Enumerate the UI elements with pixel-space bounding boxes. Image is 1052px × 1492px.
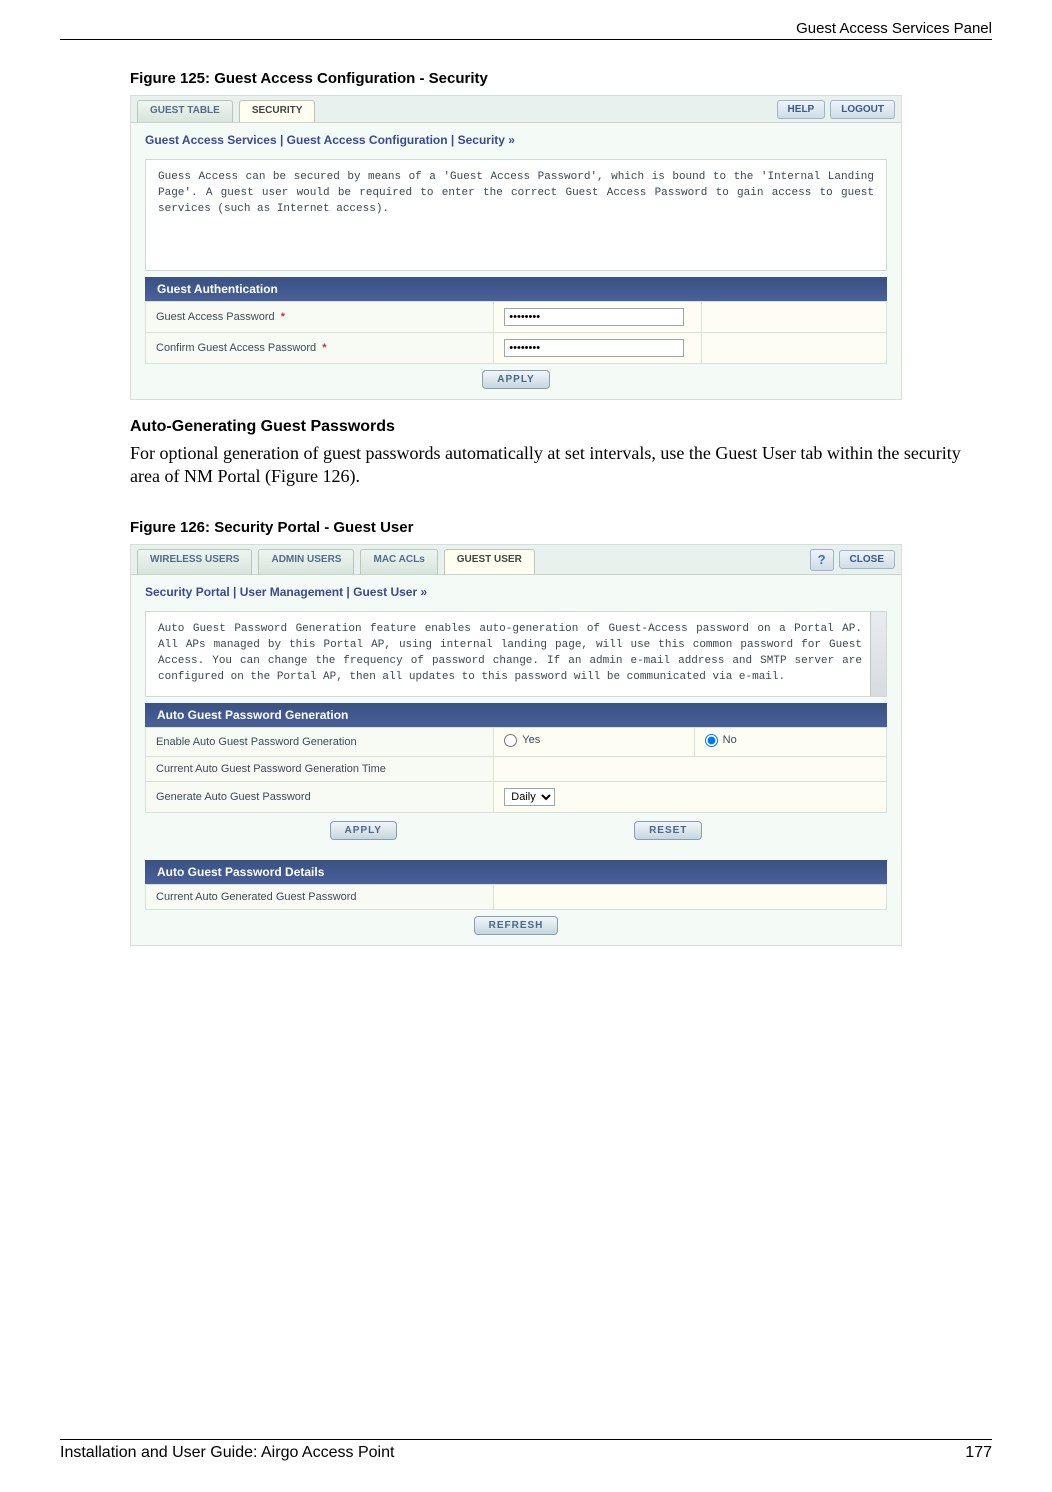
section-guest-authentication: Guest Authentication (145, 277, 887, 301)
tab-admin-users[interactable]: ADMIN USERS (258, 549, 354, 574)
refresh-button[interactable]: REFRESH (474, 916, 559, 935)
tab-bar: WIRELESS USERS ADMIN USERS MAC ACLs GUES… (131, 545, 901, 575)
table-row: Guest Access Password * (146, 302, 887, 333)
tab-wireless-users[interactable]: WIRELESS USERS (137, 549, 252, 574)
radio-yes[interactable]: Yes (504, 734, 540, 747)
table-row: Current Auto Generated Guest Password (146, 884, 887, 909)
close-button[interactable]: CLOSE (839, 550, 895, 569)
tab-bar: GUEST TABLE SECURITY HELP LOGOUT (131, 96, 901, 123)
breadcrumb: Security Portal | User Management | Gues… (131, 575, 901, 605)
logout-button[interactable]: LOGOUT (830, 100, 895, 119)
section-auto-guest-password-details: Auto Guest Password Details (145, 860, 887, 884)
page-number: 177 (965, 1444, 992, 1462)
figure-126-caption: Figure 126: Security Portal - Guest User (130, 519, 992, 536)
tab-guest-user[interactable]: GUEST USER (444, 549, 535, 574)
label-current-generation-time: Current Auto Guest Password Generation T… (146, 756, 494, 781)
frequency-select[interactable]: Daily (504, 788, 555, 806)
radio-no[interactable]: No (705, 734, 737, 747)
tab-mac-acls[interactable]: MAC ACLs (360, 549, 437, 574)
footer-left: Installation and User Guide: Airgo Acces… (60, 1444, 394, 1462)
guest-access-password-field[interactable] (504, 308, 684, 326)
label-enable-auto-guest: Enable Auto Guest Password Generation (146, 727, 494, 756)
apply-button[interactable]: APPLY (482, 370, 549, 389)
body-paragraph: For optional generation of guest passwor… (130, 442, 992, 489)
table-row: Confirm Guest Access Password * (146, 333, 887, 364)
page-header: Guest Access Services Panel (60, 20, 992, 40)
section-heading-auto-generating: Auto-Generating Guest Passwords (130, 418, 992, 436)
breadcrumb: Guest Access Services | Guest Access Con… (131, 123, 901, 153)
table-row: Generate Auto Guest Password Daily (146, 781, 887, 812)
table-row: Enable Auto Guest Password Generation Ye… (146, 727, 887, 756)
label-guest-access-password: Guest Access Password * (146, 302, 494, 333)
help-button[interactable]: HELP (777, 100, 826, 119)
confirm-guest-access-password-field[interactable] (504, 339, 684, 357)
apply-button[interactable]: APPLY (330, 821, 397, 840)
label-current-auto-generated-password: Current Auto Generated Guest Password (146, 884, 494, 909)
generation-form-table: Enable Auto Guest Password Generation Ye… (145, 727, 887, 813)
help-icon[interactable]: ? (810, 549, 834, 571)
reset-button[interactable]: RESET (634, 821, 702, 840)
page-footer: Installation and User Guide: Airgo Acces… (60, 1439, 992, 1462)
tab-security[interactable]: SECURITY (239, 100, 316, 122)
figure-125-caption: Figure 125: Guest Access Configuration -… (130, 70, 992, 87)
description-box: Guess Access can be secured by means of … (145, 159, 887, 271)
label-generate-auto-guest-password: Generate Auto Guest Password (146, 781, 494, 812)
scroll-down-icon[interactable]: ▼ (870, 680, 885, 695)
figure-125-panel: GUEST TABLE SECURITY HELP LOGOUT Guest A… (130, 95, 902, 400)
section-auto-guest-password-generation: Auto Guest Password Generation (145, 703, 887, 727)
auth-form-table: Guest Access Password * Confirm Guest Ac… (145, 301, 887, 364)
table-row: Current Auto Guest Password Generation T… (146, 756, 887, 781)
description-box: Auto Guest Password Generation feature e… (145, 611, 887, 697)
tab-guest-table[interactable]: GUEST TABLE (137, 100, 233, 122)
details-form-table: Current Auto Generated Guest Password (145, 884, 887, 910)
figure-126-panel: WIRELESS USERS ADMIN USERS MAC ACLs GUES… (130, 544, 902, 946)
scroll-up-icon[interactable]: ▲ (870, 613, 885, 628)
label-confirm-guest-access-password: Confirm Guest Access Password * (146, 333, 494, 364)
